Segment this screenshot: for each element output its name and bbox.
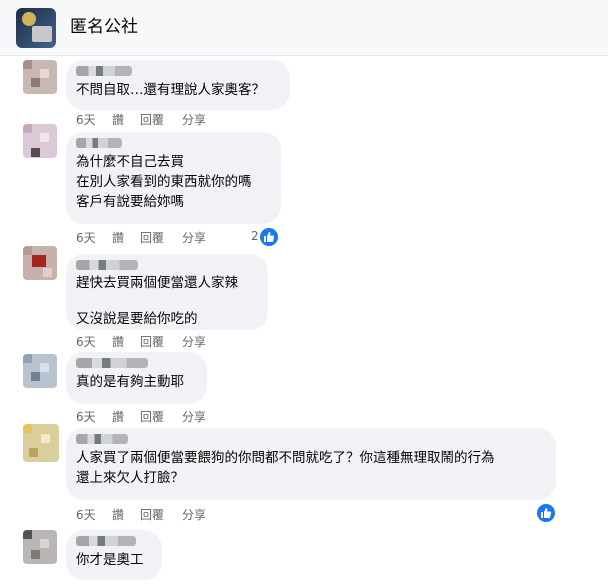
reply-link[interactable]: 回覆 bbox=[140, 333, 164, 350]
reply-link[interactable]: 回覆 bbox=[140, 408, 164, 425]
comment-text: 人家買了兩個便當要餵狗的你問都不問就吃了？你這種無理取鬧的行為 還上來欠人打臉？ bbox=[76, 450, 495, 486]
commenter-name[interactable] bbox=[76, 260, 138, 270]
commenter-name[interactable] bbox=[76, 434, 128, 444]
comment-text: 不問自取…還有理說人家奧客？ bbox=[76, 82, 265, 98]
like-link[interactable]: 讚 bbox=[112, 506, 124, 523]
comment-text: 你才是奧工 bbox=[76, 552, 144, 568]
comment-time[interactable]: 6天 bbox=[76, 506, 96, 523]
thumbs-up-icon[interactable] bbox=[258, 226, 280, 248]
comment-bubble: 人家買了兩個便當要餵狗的你問都不問就吃了？你這種無理取鬧的行為 還上來欠人打臉？ bbox=[66, 428, 556, 500]
group-header: 匿名公社 bbox=[0, 0, 608, 56]
group-logo[interactable] bbox=[16, 8, 56, 48]
comment-bubble: 趕快去買兩個便當還人家辣 又沒說是要給你吃的 bbox=[66, 254, 268, 330]
commenter-name[interactable] bbox=[76, 536, 136, 546]
comment-text: 趕快去買兩個便當還人家辣 又沒說是要給你吃的 bbox=[76, 275, 238, 327]
like-link[interactable]: 讚 bbox=[112, 111, 124, 128]
comment-bubble: 為什麼不自己去買 在別人家看到的東西就你的嗎 客戶有說要給妳嗎 bbox=[66, 132, 281, 224]
avatar[interactable] bbox=[23, 424, 59, 462]
like-link[interactable]: 讚 bbox=[112, 408, 124, 425]
reply-link[interactable]: 回覆 bbox=[140, 111, 164, 128]
comment-bubble: 真的是有夠主動耶 bbox=[66, 352, 207, 404]
commenter-name[interactable] bbox=[76, 358, 148, 368]
comment-thread-page: 匿名公社 不問自取…還有理說人家奧客？ 6天 讚 回覆 分享 為什麼不自己去買 … bbox=[0, 0, 608, 587]
avatar[interactable] bbox=[23, 124, 57, 158]
comment-time[interactable]: 6天 bbox=[76, 408, 96, 425]
commenter-name[interactable] bbox=[76, 138, 122, 148]
avatar[interactable] bbox=[23, 60, 57, 94]
comment-time[interactable]: 6天 bbox=[76, 333, 96, 350]
like-link[interactable]: 讚 bbox=[112, 229, 124, 246]
like-link[interactable]: 讚 bbox=[112, 333, 124, 350]
comment-bubble: 你才是奧工 bbox=[66, 530, 162, 580]
thumbs-up-icon[interactable] bbox=[535, 502, 557, 524]
comment-time[interactable]: 6天 bbox=[76, 111, 96, 128]
share-link[interactable]: 分享 bbox=[182, 111, 206, 128]
comment-bubble: 不問自取…還有理說人家奧客？ bbox=[66, 60, 290, 110]
comment-time[interactable]: 6天 bbox=[76, 229, 96, 246]
share-link[interactable]: 分享 bbox=[182, 229, 206, 246]
avatar[interactable] bbox=[23, 246, 57, 280]
commenter-name[interactable] bbox=[76, 66, 132, 76]
reply-link[interactable]: 回覆 bbox=[140, 506, 164, 523]
share-link[interactable]: 分享 bbox=[182, 506, 206, 523]
group-name[interactable]: 匿名公社 bbox=[70, 16, 138, 38]
avatar[interactable] bbox=[23, 354, 57, 388]
comment-text: 真的是有夠主動耶 bbox=[76, 374, 184, 390]
reply-link[interactable]: 回覆 bbox=[140, 229, 164, 246]
share-link[interactable]: 分享 bbox=[182, 333, 206, 350]
share-link[interactable]: 分享 bbox=[182, 408, 206, 425]
avatar[interactable] bbox=[23, 530, 57, 564]
comment-text: 為什麼不自己去買 在別人家看到的東西就你的嗎 客戶有說要給妳嗎 bbox=[76, 154, 252, 210]
